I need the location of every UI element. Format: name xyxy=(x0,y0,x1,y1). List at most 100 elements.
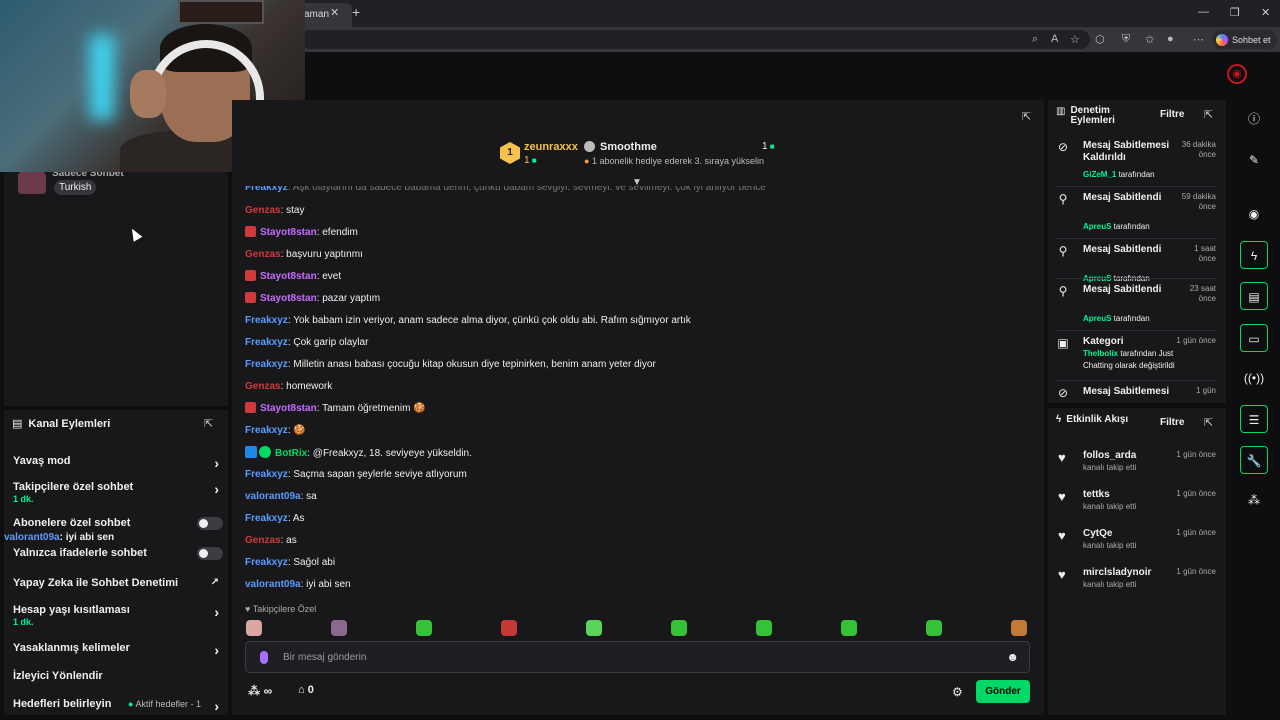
emote-only-toggle[interactable] xyxy=(197,547,223,560)
favorites-icon[interactable]: ✩ xyxy=(1145,33,1154,46)
restore-icon[interactable]: ❐ xyxy=(1230,6,1240,19)
emote-icon[interactable] xyxy=(756,620,772,636)
subscribers-only-row[interactable]: Abonelere özel sohbet xyxy=(13,517,223,530)
favorite-star-icon[interactable]: ☆ xyxy=(1070,33,1080,46)
popout-icon[interactable]: ⇱ xyxy=(1204,416,1213,429)
url-field[interactable] xyxy=(300,30,1090,49)
emote-icon[interactable] xyxy=(671,620,687,636)
camera-icon[interactable]: ◉ xyxy=(1240,200,1268,228)
edit-icon[interactable]: ✎ xyxy=(1240,146,1268,174)
mic-icon[interactable] xyxy=(260,651,268,664)
chat-username[interactable]: Genzas xyxy=(245,249,281,260)
activity-user[interactable]: CytQe xyxy=(1083,528,1112,539)
shield-icon[interactable]: ⛨ xyxy=(1122,33,1130,46)
chat-username[interactable]: valorant09a xyxy=(245,491,301,502)
chat-username[interactable]: Freakxyz xyxy=(245,186,288,193)
send-button[interactable]: Gönder xyxy=(976,680,1030,703)
activity-user[interactable]: follos_arda xyxy=(1083,450,1136,461)
chat-username[interactable]: Freakxyz xyxy=(245,425,288,436)
ai-moderation-row[interactable]: Yapay Zeka ile Sohbet Denetimi ↗ xyxy=(13,577,223,589)
chat-username[interactable]: Stayot8stan xyxy=(260,227,317,238)
mod-filter-button[interactable]: Filtre xyxy=(1160,109,1184,120)
chat-username[interactable]: Stayot8stan xyxy=(260,293,317,304)
lightning-icon[interactable]: ϟ xyxy=(1240,241,1268,269)
activity-user[interactable]: tettks xyxy=(1083,489,1110,500)
broadcast-icon[interactable]: ((•)) xyxy=(1240,364,1268,392)
divider xyxy=(1056,330,1216,331)
log-author-name[interactable]: GiZeM_1 xyxy=(1083,170,1116,179)
language-tag[interactable]: Turkish xyxy=(54,180,97,195)
copilot-button[interactable]: Sohbet et xyxy=(1212,30,1277,49)
read-aloud-icon[interactable]: A xyxy=(1051,33,1058,45)
extension-icon[interactable]: ⬡ xyxy=(1095,33,1105,46)
store-button[interactable]: ⌂ 0 xyxy=(298,684,314,696)
emote-icon[interactable] xyxy=(586,620,602,636)
overlay-user: valorant09a xyxy=(4,532,60,543)
chat-settings-icon[interactable]: ⚙ xyxy=(952,685,963,699)
chat-username[interactable]: Freakxyz xyxy=(245,359,288,370)
chat-username[interactable]: Freakxyz xyxy=(245,315,288,326)
log-author-name[interactable]: Thelbolix xyxy=(1083,349,1118,358)
emote-icon[interactable] xyxy=(331,620,347,636)
popout-icon[interactable]: ⇱ xyxy=(204,417,213,430)
raid-row[interactable]: İzleyici Yönlendir xyxy=(13,670,223,682)
chat-username[interactable]: Genzas xyxy=(245,381,281,392)
second-gifter-name[interactable]: Smoothme xyxy=(600,141,657,153)
channel-points-button[interactable]: ⁂ ∞ xyxy=(248,684,272,698)
chat-username[interactable]: BotRix xyxy=(275,448,307,459)
chat-message: Stayot8stan: Tamam öğretmenim 🍪 xyxy=(245,402,426,415)
top-gifter-name[interactable]: zeunraxxx xyxy=(524,141,578,153)
chat-username[interactable]: Freakxyz xyxy=(245,469,288,480)
slow-mode-row[interactable]: Yavaş mod › xyxy=(13,455,223,471)
emote-icon[interactable] xyxy=(1011,620,1027,636)
emote-icon[interactable] xyxy=(841,620,857,636)
channel-actions-panel: ▤ Kanal Eylemleri ⇱ Yavaş mod › Takipçil… xyxy=(4,410,228,715)
chat-username[interactable]: Stayot8stan xyxy=(260,271,317,282)
pin-icon: ⚲ xyxy=(1058,284,1068,298)
chat-username[interactable]: Freakxyz xyxy=(245,337,288,348)
popout-icon[interactable]: ⇱ xyxy=(1204,108,1213,121)
activity-user[interactable]: mirclsladynoir xyxy=(1083,567,1151,578)
more-icon[interactable]: ⋯ xyxy=(1193,33,1204,46)
activity-feed-panel: ϟ Etkinlik Akışı Filtre ⇱ ♥ follos_arda ka… xyxy=(1048,408,1226,715)
queue-icon[interactable]: ☰ xyxy=(1240,405,1268,433)
chat-username[interactable]: valorant09a xyxy=(245,579,301,590)
tab-close-icon[interactable]: ✕ xyxy=(330,6,339,19)
chat-text: : stay xyxy=(280,205,305,216)
emote-icon[interactable] xyxy=(416,620,432,636)
chat-username[interactable]: Genzas xyxy=(245,205,281,216)
emote-only-row[interactable]: Yalnızca ifadelerle sohbet xyxy=(13,547,223,560)
emote-icon[interactable] xyxy=(246,620,262,636)
notes-icon[interactable]: ▤ xyxy=(1240,282,1268,310)
second-gifter-count: 1 xyxy=(762,141,775,152)
log-author-name[interactable]: ApreuS xyxy=(1083,222,1111,231)
extensions-icon[interactable]: ⁂ xyxy=(1240,486,1268,514)
window-close-icon[interactable]: ✕ xyxy=(1261,6,1270,19)
profile-icon[interactable]: ● xyxy=(1167,33,1174,45)
goals-row[interactable]: Hedefleri belirleyin Aktif hedefler - 1 … xyxy=(13,698,223,714)
chat-username[interactable]: Freakxyz xyxy=(245,513,288,524)
chat-bubble-icon[interactable]: ▭ xyxy=(1240,324,1268,352)
chat-popout-icon[interactable]: ⇱ xyxy=(1022,110,1031,123)
log-author-name[interactable]: ApreuS xyxy=(1083,314,1111,323)
account-age-row[interactable]: Hesap yaşı kısıtlaması 1 dk. › xyxy=(13,604,223,627)
chat-input[interactable]: Bir mesaj gönderin ☻ xyxy=(245,641,1030,673)
followers-only-row[interactable]: Takipçilere özel sohbet 1 dk. › xyxy=(13,481,223,504)
chat-username[interactable]: Freakxyz xyxy=(245,557,288,568)
emoji-icon[interactable]: ☻ xyxy=(1006,650,1019,664)
divider xyxy=(1056,380,1216,381)
chat-username[interactable]: Stayot8stan xyxy=(260,403,317,414)
row-label: İzleyici Yönlendir xyxy=(13,670,103,682)
banned-words-row[interactable]: Yasaklanmış kelimeler › xyxy=(13,642,223,658)
emote-icon[interactable] xyxy=(926,620,942,636)
minimize-icon[interactable]: — xyxy=(1198,6,1209,18)
zoom-icon[interactable]: ⌕ xyxy=(1032,33,1038,46)
emote-icon[interactable] xyxy=(501,620,517,636)
subscribers-only-toggle[interactable] xyxy=(197,517,223,530)
channel-logo-icon[interactable]: ◉ xyxy=(1227,64,1247,84)
wrench-icon[interactable]: 🔧 xyxy=(1240,446,1268,474)
chat-username[interactable]: Genzas xyxy=(245,535,281,546)
info-icon[interactable]: ⓘ xyxy=(1240,105,1268,133)
new-tab-icon[interactable]: + xyxy=(352,4,360,20)
activity-filter-button[interactable]: Filtre xyxy=(1160,417,1184,428)
